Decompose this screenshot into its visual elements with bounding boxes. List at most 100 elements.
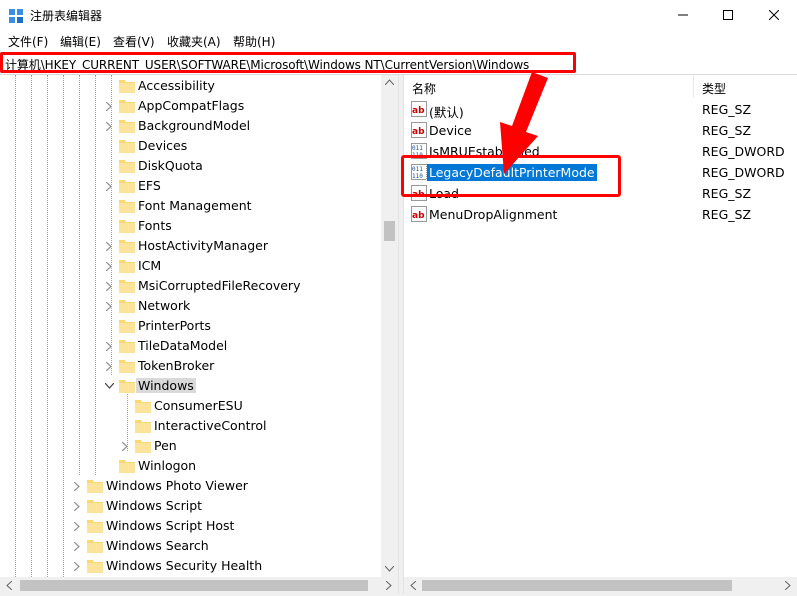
tree-item-label: Fonts <box>138 218 172 233</box>
tree-item-consumeresu[interactable]: ConsumerESU <box>0 396 381 416</box>
tree-item-msicorruptedfilerecovery[interactable]: MsiCorruptedFileRecovery <box>0 276 381 296</box>
close-icon <box>769 10 779 20</box>
scroll-right-icon[interactable] <box>386 581 392 590</box>
tree-item-windows-search[interactable]: Windows Search <box>0 536 381 556</box>
folder-icon <box>119 100 135 113</box>
tree-item-label: Windows Search <box>106 538 209 553</box>
chevron-right-icon[interactable] <box>104 101 114 111</box>
tree-item-label: Accessibility <box>138 78 215 93</box>
tree-item-devices[interactable]: Devices <box>0 136 381 156</box>
value-type: REG_SZ <box>702 123 752 138</box>
scroll-right-icon[interactable] <box>785 581 791 590</box>
folder-icon <box>119 360 135 373</box>
tree-item-pen[interactable]: Pen <box>0 436 381 456</box>
tree-item-label: BackgroundModel <box>138 118 251 133</box>
svg-text:011: 011 <box>412 145 423 152</box>
key-tree[interactable]: Accessibility AppCompatFlags BackgroundMod… <box>0 75 381 577</box>
scroll-down-icon[interactable] <box>385 566 394 572</box>
tree-item-hostactivitymanager[interactable]: HostActivityManager <box>0 236 381 256</box>
chevron-right-icon[interactable] <box>104 301 114 311</box>
tree-item-label: DiskQuota <box>138 158 203 173</box>
folder-icon <box>119 460 135 473</box>
value-type: REG_DWORD <box>702 144 785 159</box>
chevron-right-icon[interactable] <box>72 481 82 491</box>
chevron-right-icon[interactable] <box>72 541 82 551</box>
tree-item-label: InteractiveControl <box>154 418 267 433</box>
chevron-right-icon[interactable] <box>120 441 130 451</box>
menu-view[interactable]: 查看(V) <box>113 33 155 50</box>
menu-help[interactable]: 帮助(H) <box>233 33 275 50</box>
chevron-right-icon[interactable] <box>104 281 114 291</box>
value-type: REG_SZ <box>702 102 752 117</box>
tree-item-icm[interactable]: ICM <box>0 256 381 276</box>
chevron-right-icon[interactable] <box>104 121 114 131</box>
folder-icon <box>135 420 151 433</box>
chevron-right-icon[interactable] <box>104 241 114 251</box>
chevron-right-icon[interactable] <box>72 501 82 511</box>
values-horizontal-thumb[interactable] <box>422 580 732 591</box>
tree-item-printerports[interactable]: PrinterPorts <box>0 316 381 336</box>
tree-item-tokenbroker[interactable]: TokenBroker <box>0 356 381 376</box>
tree-item-label: PrinterPorts <box>138 318 211 333</box>
column-header-type[interactable]: 类型 <box>702 80 726 97</box>
tree-item-windows-security-health[interactable]: Windows Security Health <box>0 556 381 576</box>
folder-icon <box>119 200 135 213</box>
column-separator[interactable] <box>693 76 694 97</box>
menu-favorites[interactable]: 收藏夹(A) <box>167 33 221 50</box>
tree-vertical-scrollbar[interactable] <box>381 75 398 577</box>
folder-icon <box>119 220 135 233</box>
tree-item-fonts[interactable]: Fonts <box>0 216 381 236</box>
tree-item-winlogon[interactable]: Winlogon <box>0 456 381 476</box>
tree-item-label: AppCompatFlags <box>138 98 245 113</box>
tree-item-windows[interactable]: Windows <box>0 376 381 396</box>
value-row-menudropalignment[interactable]: ab MenuDropAlignment REG_SZ <box>404 204 797 225</box>
tree-item-windows-script[interactable]: Windows Script <box>0 496 381 516</box>
tree-item-windows-script-host[interactable]: Windows Script Host <box>0 516 381 536</box>
string-value-icon: ab <box>411 101 427 117</box>
tree-item-tiledatamodel[interactable]: TileDataModel <box>0 336 381 356</box>
tree-item-appcompatflags[interactable]: AppCompatFlags <box>0 96 381 116</box>
scroll-up-icon[interactable] <box>385 79 394 85</box>
value-type: REG_SZ <box>702 207 752 222</box>
tree-item-label: EFS <box>138 178 161 193</box>
value-name: Device <box>429 123 472 138</box>
close-button[interactable] <box>751 0 797 30</box>
tree-item-font-management[interactable]: Font Management <box>0 196 381 216</box>
value-row-[interactable]: ab (默认) REG_SZ <box>404 99 797 120</box>
folder-icon <box>119 80 135 93</box>
scroll-left-icon[interactable] <box>410 581 416 590</box>
tree-item-label: Winlogon <box>138 458 197 473</box>
menu-file[interactable]: 文件(F) <box>8 33 48 50</box>
tree-item-label: MsiCorruptedFileRecovery <box>138 278 301 293</box>
tree-item-efs[interactable]: EFS <box>0 176 381 196</box>
tree-item-diskquota[interactable]: DiskQuota <box>0 156 381 176</box>
folder-icon <box>135 400 151 413</box>
tree-item-label: Windows Security Health <box>106 558 263 573</box>
menu-edit[interactable]: 编辑(E) <box>60 33 101 50</box>
tree-horizontal-thumb[interactable] <box>20 580 368 591</box>
tree-item-windows-photo-viewer[interactable]: Windows Photo Viewer <box>0 476 381 496</box>
chevron-right-icon[interactable] <box>72 521 82 531</box>
maximize-button[interactable] <box>705 0 751 30</box>
folder-icon <box>119 120 135 133</box>
tree-vertical-thumb[interactable] <box>384 221 395 241</box>
tree-item-accessibility[interactable]: Accessibility <box>0 76 381 96</box>
chevron-right-icon[interactable] <box>104 341 114 351</box>
tree-item-backgroundmodel[interactable]: BackgroundModel <box>0 116 381 136</box>
chevron-right-icon[interactable] <box>104 181 114 191</box>
scroll-left-icon[interactable] <box>6 581 12 590</box>
chevron-right-icon[interactable] <box>104 361 114 371</box>
tree-item-interactivecontrol[interactable]: InteractiveControl <box>0 416 381 436</box>
minimize-button[interactable] <box>660 0 706 30</box>
tree-item-label: Windows <box>136 378 196 393</box>
tree-item-label: ConsumerESU <box>154 398 243 413</box>
value-row-device[interactable]: ab Device REG_SZ <box>404 120 797 141</box>
chevron-right-icon[interactable] <box>104 261 114 271</box>
column-header-name[interactable]: 名称 <box>412 80 436 97</box>
tree-item-network[interactable]: Network <box>0 296 381 316</box>
folder-icon <box>119 320 135 333</box>
folder-open-icon <box>119 380 135 393</box>
chevron-right-icon[interactable] <box>72 561 82 571</box>
chevron-down-icon[interactable] <box>104 381 114 391</box>
tree-item-label: Windows Photo Viewer <box>106 478 248 493</box>
